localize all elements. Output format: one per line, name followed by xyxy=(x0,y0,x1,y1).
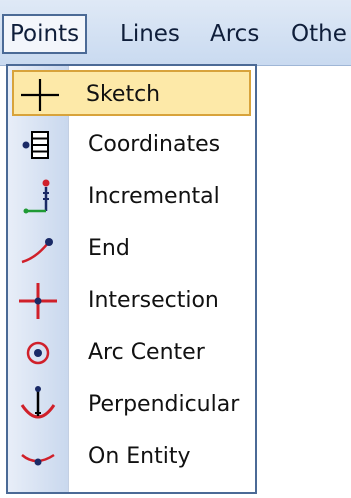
menu-item-perpendicular[interactable]: Perpendicular xyxy=(12,382,251,428)
arc-center-icon xyxy=(26,341,50,365)
menu-item-sketch[interactable]: Sketch xyxy=(12,70,251,116)
incremental-icon xyxy=(23,179,50,214)
menu-item-intersection[interactable]: Intersection xyxy=(12,278,251,324)
menu-lines[interactable]: Lines xyxy=(120,14,180,54)
menu-item-arc-center[interactable]: Arc Center xyxy=(12,330,251,376)
menu-bar: Points Lines Arcs Othe xyxy=(0,0,351,66)
menu-item-end[interactable]: End xyxy=(12,226,251,272)
cad-points-menu-window: Points Lines Arcs Othe Sketch Coordinate… xyxy=(0,0,351,498)
points-dropdown-menu: Sketch Coordinates Incremental End Inter… xyxy=(6,64,257,494)
menu-item-label: On Entity xyxy=(88,444,191,469)
menu-item-on-entity[interactable]: On Entity xyxy=(12,434,251,480)
menu-item-coordinates[interactable]: Coordinates xyxy=(12,122,251,168)
menu-bar-clip: Points Lines Arcs Othe xyxy=(0,0,351,66)
menu-item-label: Arc Center xyxy=(88,340,205,365)
menu-item-label: Sketch xyxy=(86,82,161,107)
menu-item-label: Intersection xyxy=(88,288,219,313)
on-entity-icon xyxy=(21,453,55,466)
sketch-crosshair-icon xyxy=(21,79,59,111)
intersection-icon xyxy=(19,283,57,319)
end-point-icon xyxy=(21,238,53,264)
menu-item-incremental[interactable]: Incremental xyxy=(12,174,251,220)
menu-item-label: Perpendicular xyxy=(88,392,240,417)
menu-other[interactable]: Othe xyxy=(291,14,347,54)
menu-arcs[interactable]: Arcs xyxy=(210,14,259,54)
menu-points[interactable]: Points xyxy=(2,14,88,54)
menu-item-label: Incremental xyxy=(88,184,220,209)
coordinates-icon xyxy=(22,131,49,159)
perpendicular-icon xyxy=(20,386,56,419)
menu-item-label: End xyxy=(88,236,130,261)
menu-item-label: Coordinates xyxy=(88,132,221,157)
